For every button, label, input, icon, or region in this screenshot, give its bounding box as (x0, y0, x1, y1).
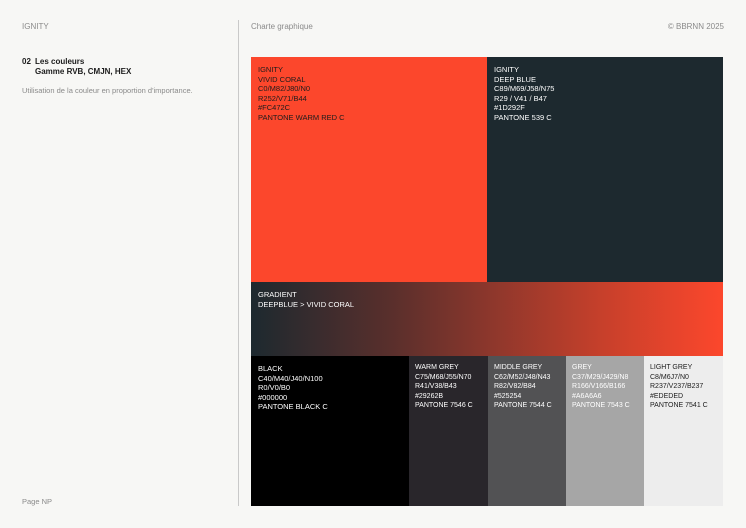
swatch-text: DEEPBLUE > VIVID CORAL (258, 299, 355, 309)
swatch-text: IGNITY (494, 65, 520, 74)
swatch-vivid-coral: IGNITY VIVID CORAL C0/M82/J80/N0 R252/V7… (251, 57, 487, 282)
swatch-text: R29 / V41 / B47 (494, 93, 547, 103)
swatch-text: C8/M6J7/N0 (650, 373, 689, 381)
swatch-text: GREY (572, 364, 592, 371)
copyright: © BBRNN 2025 (667, 22, 724, 31)
swatch-text: PANTONE 7546 C (415, 402, 473, 410)
swatch-text: PANTONE 539 C (494, 112, 552, 122)
section-number: 02 (22, 57, 31, 66)
swatch-text: C62/M52/J48/N43 (494, 373, 551, 381)
swatch-grey: GREY C37/M29/J429/N8 R166/V166/B166 #A6A… (566, 356, 644, 506)
section-subtitle: Gamme RVB, CMJN, HEX (35, 66, 132, 76)
swatch-text: IGNITY (258, 65, 284, 74)
swatch-text: R0/V0/B0 (258, 383, 291, 393)
swatch-text: #000000 (258, 392, 288, 402)
swatch-text: #A6A6A6 (572, 392, 602, 400)
swatch-text: C37/M29/J429/N8 (572, 373, 629, 381)
swatch-text: #1D292F (494, 103, 525, 113)
swatch-text: GRADIENT (258, 290, 297, 299)
swatch-deep-blue: IGNITY DEEP BLUE C89/M69/J58/N75 R29 / V… (487, 57, 723, 282)
swatch-text: LIGHT GREY (650, 364, 693, 371)
brand-name: IGNITY (22, 22, 49, 31)
swatch-text: PANTONE 7541 C (650, 402, 708, 410)
section-title: Les couleurs (35, 57, 85, 66)
swatch-text: #EDEDED (650, 392, 684, 400)
swatch-text: R252/V71/B44 (258, 93, 307, 103)
section-heading: 02 Les couleurs Gamme RVB, CMJN, HEX (22, 57, 131, 76)
page-number: Page NP (22, 497, 53, 506)
document-title: Charte graphique (251, 22, 313, 31)
swatch-text: WARM GREY (415, 364, 459, 371)
swatch-text: R166/V166/B166 (572, 383, 626, 391)
swatch-gradient: GRADIENT DEEPBLUE > VIVID CORAL (251, 282, 723, 356)
vertical-divider (238, 20, 239, 506)
swatch-text: #FC472C (258, 103, 291, 113)
swatch-text: R237/V237/B237 (650, 383, 704, 391)
swatch-text: C89/M69/J58/N75 (494, 84, 555, 94)
swatch-text: PANTONE 7543 C (572, 402, 630, 410)
swatch-text: VIVID CORAL (258, 74, 306, 84)
section-description: Utilisation de la couleur en proportion … (22, 86, 193, 95)
swatch-middle-grey: MIDDLE GREY C62/M52/J48/N43 R82/V82/B84 … (488, 356, 566, 506)
swatch-text: C40/M40/J40/N100 (258, 373, 323, 383)
swatch-text: R41/V38/B43 (415, 383, 457, 391)
swatch-text: BLACK (258, 364, 283, 373)
swatch-text: C75/M68/J55/N70 (415, 373, 472, 381)
swatch-text: C0/M82/J80/N0 (258, 84, 311, 94)
swatch-text: #29262B (415, 392, 444, 400)
swatch-text: DEEP BLUE (494, 74, 536, 84)
swatch-light-grey: LIGHT GREY C8/M6J7/N0 R237/V237/B237 #ED… (644, 356, 723, 506)
swatch-warm-grey: WARM GREY C75/M68/J55/N70 R41/V38/B43 #2… (409, 356, 488, 506)
swatch-text: R82/V82/B84 (494, 383, 536, 391)
swatch-text: MIDDLE GREY (494, 364, 543, 371)
swatch-text: PANTONE BLACK C (258, 402, 328, 412)
swatch-text: PANTONE 7544 C (494, 402, 552, 410)
swatch-text: PANTONE WARM RED C (258, 112, 345, 122)
swatch-black: BLACK C40/M40/J40/N100 R0/V0/B0 #000000 … (251, 356, 409, 506)
swatch-text: #525254 (494, 392, 522, 400)
